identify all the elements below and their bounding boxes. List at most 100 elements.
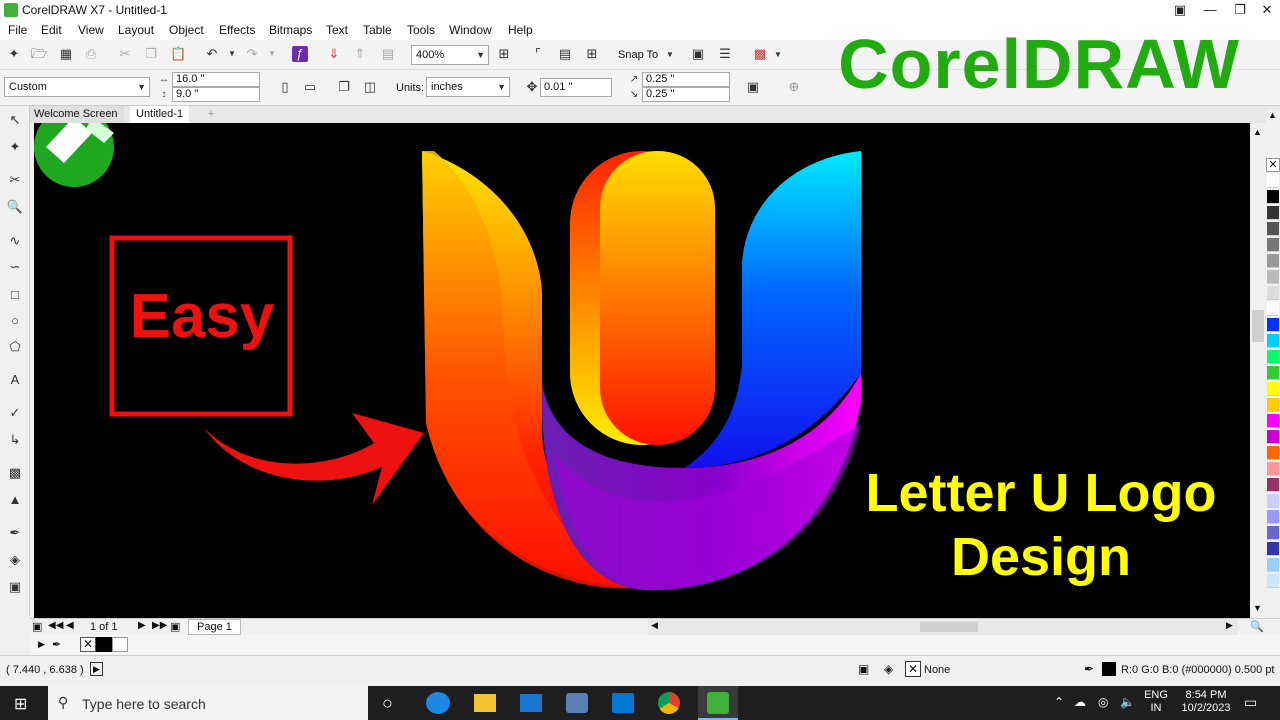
menu-table[interactable]: Table (363, 23, 392, 37)
notifications-icon[interactable]: ▭ (1244, 694, 1257, 711)
doc-palette-none-swatch[interactable]: ✕ (80, 637, 96, 652)
menu-tools[interactable]: Tools (407, 23, 435, 37)
show-hidden-icons-icon[interactable]: ⌃ (1054, 695, 1064, 709)
palette-swatch[interactable] (1267, 206, 1279, 220)
redo-dropdown-icon[interactable]: ▼ (264, 46, 280, 62)
export-icon[interactable]: ⇑ (352, 46, 368, 62)
smart-fill-icon[interactable]: ▣ (6, 578, 24, 596)
coreldraw-taskbar-button[interactable] (698, 686, 738, 720)
portrait-icon[interactable]: ▯ (277, 79, 293, 95)
store-icon[interactable] (612, 693, 634, 713)
menu-view[interactable]: View (78, 23, 104, 37)
minimize-button[interactable]: — (1195, 0, 1225, 20)
windows-start-icon[interactable]: ⊞ (14, 694, 27, 714)
first-page-icon[interactable]: ◀◀ (48, 620, 63, 631)
menu-layout[interactable]: Layout (118, 23, 154, 37)
palette-swatch[interactable] (1267, 238, 1279, 252)
treat-as-filled-icon[interactable]: ▣ (745, 79, 761, 95)
redo-icon[interactable]: ↷ (244, 46, 260, 62)
palette-swatch[interactable] (1267, 462, 1279, 476)
drawing-canvas[interactable]: Easy Letter U Logo Design (34, 123, 1250, 618)
color-proof-icon[interactable]: ▣ (858, 662, 869, 676)
nudge-distance-input[interactable]: 0.01 " (540, 78, 612, 97)
menu-text[interactable]: Text (326, 23, 348, 37)
new-document-icon[interactable]: ✦ (6, 46, 22, 62)
palette-swatch[interactable] (1267, 270, 1279, 284)
network-icon[interactable]: ◎ (1098, 695, 1108, 709)
palette-swatch[interactable] (1267, 190, 1279, 204)
shape-tool-icon[interactable]: ✦ (6, 138, 24, 156)
artistic-media-icon[interactable]: ∽ (6, 258, 24, 276)
freehand-tool-icon[interactable]: ∿ (6, 232, 24, 250)
polygon-tool-icon[interactable]: ⬠ (6, 338, 24, 356)
page-height-input[interactable]: 9.0 " (172, 87, 260, 102)
status-play-icon[interactable]: ▶ (90, 662, 103, 676)
all-pages-icon[interactable]: ❐ (336, 79, 352, 95)
volume-icon[interactable]: 🔈 (1120, 695, 1135, 709)
crop-tool-icon[interactable]: ✂ (6, 171, 24, 189)
print-icon[interactable]: ⎙ (83, 46, 99, 62)
file-explorer-icon[interactable] (474, 694, 496, 712)
palette-swatch[interactable] (1267, 174, 1279, 188)
import-icon[interactable]: ⇓ (326, 46, 342, 62)
add-page-after-icon[interactable]: ▣ (170, 620, 180, 633)
copy-icon[interactable]: ❐ (143, 46, 159, 62)
vertical-scroll-thumb[interactable] (1252, 310, 1264, 342)
save-icon[interactable]: ▦ (58, 46, 74, 62)
palette-swatch[interactable] (1267, 478, 1279, 492)
palette-swatch[interactable] (1267, 526, 1279, 540)
show-rulers-icon[interactable]: ⌜ (530, 46, 546, 62)
show-guidelines-icon[interactable]: ⊞ (584, 46, 600, 62)
onedrive-icon[interactable]: ☁ (1074, 695, 1086, 709)
add-page-icon[interactable]: ▣ (32, 620, 42, 633)
edge-browser-icon[interactable] (426, 692, 450, 714)
fill-none-swatch-icon[interactable]: ✕ (905, 661, 921, 677)
welcome-screen-icon[interactable]: ▣ (690, 46, 706, 62)
undo-icon[interactable]: ↶ (204, 46, 220, 62)
last-page-icon[interactable]: ▶▶ (152, 620, 167, 631)
palette-swatch[interactable] (1267, 366, 1279, 380)
zoom-tool-icon[interactable]: 🔍 (6, 198, 24, 216)
vertical-scrollbar[interactable]: ▲ ▼ (1250, 123, 1266, 618)
eyedropper-icon[interactable]: ✒ (6, 524, 24, 542)
parallel-dimension-icon[interactable]: ✓ (6, 404, 24, 422)
paste-icon[interactable]: 📋 (170, 46, 186, 62)
menu-window[interactable]: Window (449, 23, 492, 37)
menu-bitmaps[interactable]: Bitmaps (269, 23, 312, 37)
palette-swatch[interactable] (1267, 222, 1279, 236)
palette-swatch[interactable] (1267, 558, 1279, 572)
interactive-fill-icon[interactable]: ◈ (6, 551, 24, 569)
tab-welcome-screen[interactable]: Welcome Screen (28, 106, 124, 123)
launcher-dropdown-icon[interactable]: ▼ (770, 47, 786, 63)
menu-edit[interactable]: Edit (41, 23, 62, 37)
pick-tool-icon[interactable]: ↖ (6, 111, 24, 129)
drop-shadow-icon[interactable]: ▩ (6, 464, 24, 482)
duplicate-y-input[interactable]: 0.25 " (642, 87, 730, 102)
undo-dropdown-icon[interactable]: ▼ (224, 46, 240, 62)
clock[interactable]: 8:54 PM 10/2/2023 (1176, 689, 1236, 715)
zoom-nav-icon[interactable]: 🔍 (1250, 620, 1264, 633)
zoom-level-combo[interactable]: 400% ▼ (411, 45, 489, 65)
text-tool-icon[interactable]: A (6, 371, 24, 389)
palette-swatch[interactable] (1267, 430, 1279, 444)
palette-swatch[interactable] (1267, 542, 1279, 556)
outline-color-swatch[interactable] (1102, 662, 1116, 676)
palette-swatch[interactable] (1267, 446, 1279, 460)
publish-pdf-icon[interactable]: ▤ (380, 46, 396, 62)
palette-swatch[interactable] (1267, 510, 1279, 524)
palette-swatch[interactable] (1267, 414, 1279, 428)
chrome-icon[interactable] (658, 692, 680, 714)
task-view-icon[interactable]: ○ (382, 693, 393, 714)
scroll-left-icon[interactable]: ◀ (651, 620, 658, 631)
palette-swatch[interactable] (1267, 286, 1279, 300)
palette-scroll-up-icon[interactable]: ▲ (1268, 110, 1277, 120)
photos-icon[interactable] (566, 693, 588, 713)
doc-palette-eyedropper-icon[interactable]: ✒ (52, 638, 61, 651)
palette-swatch[interactable] (1267, 382, 1279, 396)
page-tab-1[interactable]: Page 1 (188, 619, 241, 635)
previous-page-icon[interactable]: ◀ (66, 620, 74, 631)
options-icon[interactable]: ☰ (717, 46, 733, 62)
user-icon[interactable]: ▣ (1165, 0, 1195, 20)
restore-button[interactable]: ❐ (1225, 0, 1255, 20)
palette-swatch[interactable] (1267, 574, 1279, 588)
